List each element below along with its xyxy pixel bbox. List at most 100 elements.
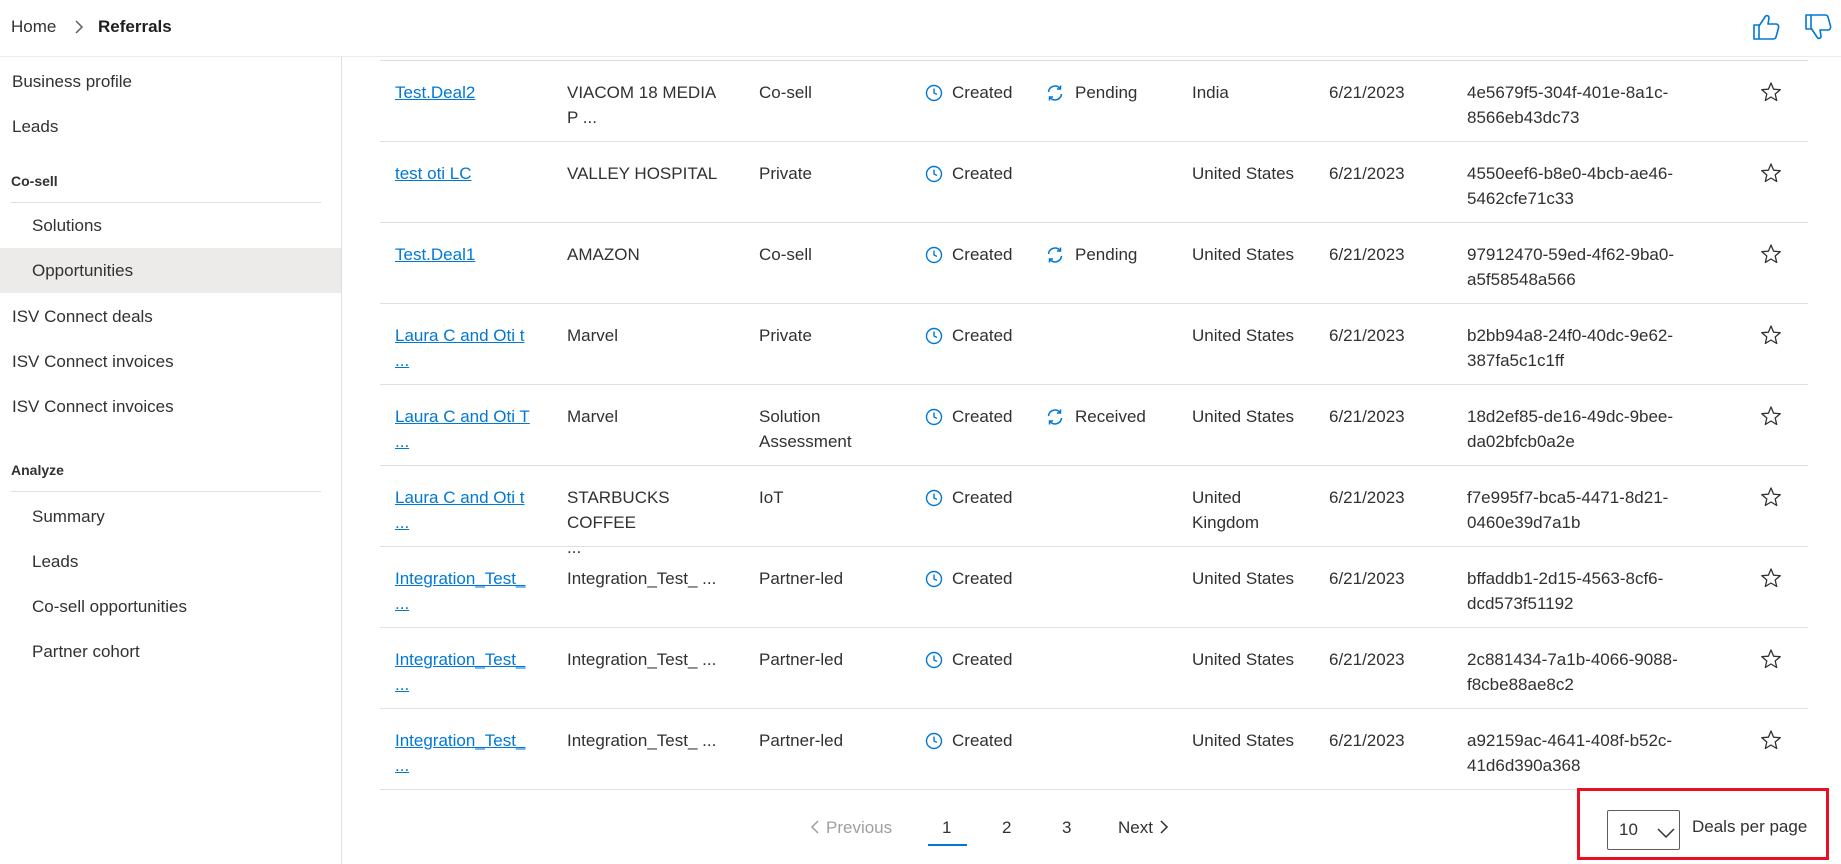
sidebar-item-summary[interactable]: Summary xyxy=(0,494,341,539)
sidebar-group-co-sell: Co-sell xyxy=(11,173,58,189)
referral-id-cell-line: 41d6d390a368 xyxy=(1467,756,1581,775)
date-cell: 6/21/2023 xyxy=(1329,488,1405,507)
deal-name-link[interactable]: Test.Deal2 xyxy=(395,80,535,105)
deal-name-link[interactable]: Test.Deal1 xyxy=(395,242,535,267)
referral-id-cell-line: bffaddb1-2d15-4563-8cf6- xyxy=(1467,569,1664,588)
status-text: Created xyxy=(952,83,1013,102)
clock-icon xyxy=(925,732,943,757)
page-1-button[interactable]: 1 xyxy=(942,818,951,838)
star-icon[interactable] xyxy=(1760,324,1782,353)
thumbs-up-icon[interactable] xyxy=(1751,13,1781,46)
deal-name-link-line[interactable]: Test.Deal1 xyxy=(395,242,535,267)
star-icon[interactable] xyxy=(1760,486,1782,515)
sidebar-item-co-sell-opportunities[interactable]: Co-sell opportunities xyxy=(0,584,341,629)
sidebar-item-business-profile[interactable]: Business profile xyxy=(0,59,341,104)
deal-name-link-line[interactable]: ... xyxy=(395,510,535,535)
customer-cell: VIACOM 18 MEDIA P ... xyxy=(567,80,727,130)
deal-name-link-line[interactable]: Laura C and Oti t xyxy=(395,485,535,510)
deal-name-link-line[interactable]: ... xyxy=(395,348,535,373)
clock-icon xyxy=(925,570,943,595)
referral-id-cell: b2bb94a8-24f0-40dc-9e62- 387fa5c1c1ff xyxy=(1467,323,1697,373)
sidebar-item-isv-connect-invoices[interactable]: ISV Connect invoices xyxy=(0,339,341,384)
clock-icon xyxy=(925,651,943,676)
table-row: Laura C and Oti t... STARBUCKS COFFEE... I… xyxy=(380,466,1808,557)
deal-name-link-line[interactable]: ... xyxy=(395,672,535,697)
deal-name-link[interactable]: Integration_Test_... xyxy=(395,647,535,697)
active-page-indicator xyxy=(928,844,967,846)
sidebar-item-leads[interactable]: Leads xyxy=(0,104,341,149)
previous-page-button[interactable]: Previous xyxy=(810,818,892,838)
deal-name-link-line[interactable]: ... xyxy=(395,429,535,454)
status-text: Created xyxy=(952,245,1013,264)
sidebar-item-solutions[interactable]: Solutions xyxy=(0,203,341,248)
deal-name-link-line[interactable]: Laura C and Oti T xyxy=(395,404,535,429)
star-icon[interactable] xyxy=(1760,567,1782,596)
sidebar-item-opportunities[interactable]: Opportunities xyxy=(0,248,341,293)
deal-name-link[interactable]: Laura C and Oti T... xyxy=(395,404,535,454)
page-3-button[interactable]: 3 xyxy=(1062,818,1071,838)
country-cell: United States xyxy=(1192,161,1302,186)
chevron-right-icon xyxy=(73,19,85,40)
deal-type-cell: Solution Assessment xyxy=(759,404,879,454)
star-icon[interactable] xyxy=(1760,405,1782,434)
sidebar-item-isv-connect-invoices-2[interactable]: ISV Connect invoices xyxy=(0,384,341,429)
next-page-button[interactable]: Next xyxy=(1118,818,1169,838)
deal-name-link[interactable]: test oti LC xyxy=(395,161,535,186)
thumbs-down-icon[interactable] xyxy=(1803,13,1833,46)
status-text: Created xyxy=(952,326,1013,345)
star-icon[interactable] xyxy=(1760,243,1782,272)
clock-icon xyxy=(925,327,943,352)
status-text: Created xyxy=(952,731,1013,750)
star-icon[interactable] xyxy=(1760,81,1782,110)
deal-name-link[interactable]: Integration_Test_... xyxy=(395,728,535,778)
date-cell: 6/21/2023 xyxy=(1329,650,1405,669)
pagination: Previous 1 2 3 Next xyxy=(0,808,1841,848)
table-row: Test.Deal1 AMAZON Co-sell Created Pending Uni… xyxy=(380,223,1808,304)
page-2-button[interactable]: 2 xyxy=(1002,818,1011,838)
country-cell: United Kingdom xyxy=(1192,485,1302,535)
table-row: Laura C and Oti t... Marvel Private Created… xyxy=(380,304,1808,385)
deal-name-link-line[interactable]: ... xyxy=(395,591,535,616)
deal-name-link[interactable]: Integration_Test_... xyxy=(395,566,535,616)
deal-name-link[interactable]: Laura C and Oti t... xyxy=(395,485,535,535)
referral-id-cell: a92159ac-4641-408f-b52c- 41d6d390a368 xyxy=(1467,728,1697,778)
deal-type-cell: Private xyxy=(759,323,879,348)
country-cell: United States xyxy=(1192,566,1302,591)
country-cell-line: United States xyxy=(1192,731,1295,750)
table-row: Integration_Test_... Integration_Test_ ..… xyxy=(380,628,1808,709)
breadcrumb-home[interactable]: Home xyxy=(11,17,56,37)
deal-name-link[interactable]: Laura C and Oti t... xyxy=(395,323,535,373)
deal-name-link-line[interactable]: Integration_Test_ xyxy=(395,728,535,753)
sidebar-item-partner-cohort[interactable]: Partner cohort xyxy=(0,629,341,674)
deal-name-link-line[interactable]: Test.Deal2 xyxy=(395,80,535,105)
sub-status-text: Pending xyxy=(1075,245,1138,264)
sub-status-cell: Received xyxy=(1045,404,1165,429)
deal-type-cell: Co-sell xyxy=(759,80,879,105)
status-text: Created xyxy=(952,488,1013,507)
status-cell: Created xyxy=(925,485,1035,510)
deal-type-cell-line: Co-sell xyxy=(759,245,812,264)
star-icon[interactable] xyxy=(1760,648,1782,677)
deal-name-link-line[interactable]: Integration_Test_ xyxy=(395,647,535,672)
deals-per-page-dropdown[interactable]: 10 xyxy=(1607,810,1680,850)
star-icon[interactable] xyxy=(1760,729,1782,758)
status-cell: Created xyxy=(925,728,1035,753)
deal-type-cell-line: Private xyxy=(759,326,812,345)
sidebar-item-isv-connect-deals[interactable]: ISV Connect deals xyxy=(0,294,341,339)
clock-icon xyxy=(925,165,943,190)
star-icon[interactable] xyxy=(1760,162,1782,191)
sync-icon xyxy=(1045,408,1065,433)
deal-name-link-line[interactable]: Laura C and Oti t xyxy=(395,323,535,348)
deals-per-page-highlight: 10 Deals per page xyxy=(1577,788,1829,860)
customer-cell-line: Integration_Test_ ... xyxy=(567,650,717,669)
chevron-left-icon xyxy=(810,820,819,834)
deal-name-link-line[interactable]: test oti LC xyxy=(395,161,535,186)
referral-id-cell-line: f8cbe88ae8c2 xyxy=(1467,675,1574,694)
deal-name-link-line[interactable]: Integration_Test_ xyxy=(395,566,535,591)
referral-id-cell: f7e995f7-bca5-4471-8d21- 0460e39d7a1b xyxy=(1467,485,1697,535)
country-cell-line: United States xyxy=(1192,569,1295,588)
status-cell: Created xyxy=(925,404,1035,429)
deal-name-link-line[interactable]: ... xyxy=(395,753,535,778)
status-cell: Created xyxy=(925,80,1035,105)
sidebar-item-analyze-leads[interactable]: Leads xyxy=(0,539,341,584)
